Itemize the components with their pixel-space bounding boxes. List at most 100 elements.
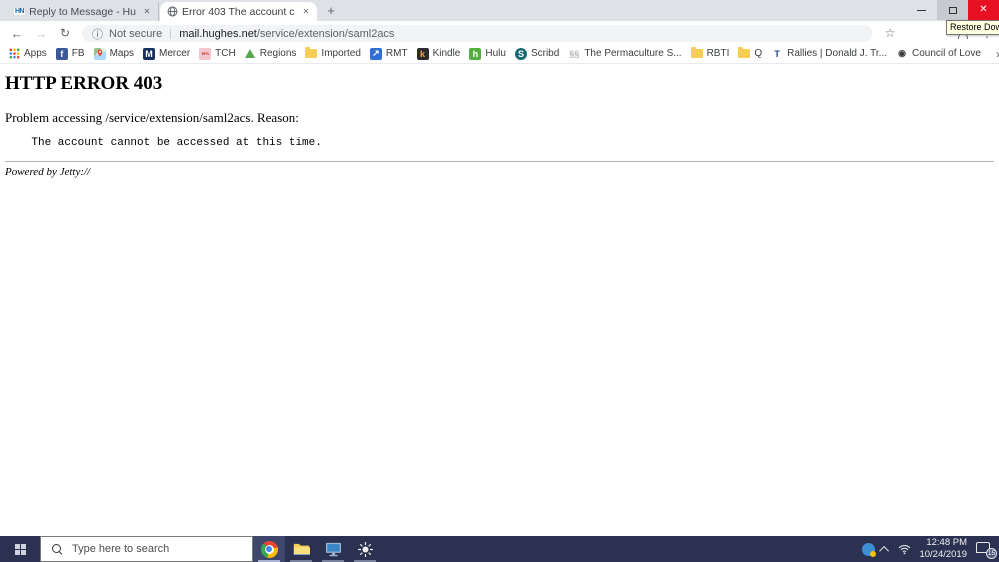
windows-logo-icon: [14, 543, 26, 555]
chrome-icon: [260, 540, 278, 558]
system-tray: 12:48 PM 10/24/2019 15: [862, 536, 999, 562]
bookmark-item[interactable]: ↗ RMT: [369, 47, 408, 60]
error-heading: HTTP ERROR 403: [5, 73, 163, 94]
bookmark-item[interactable]: Imported: [305, 47, 361, 59]
bookmark-label: Mercer: [159, 48, 191, 59]
bookmark-label: RBTI: [706, 48, 730, 59]
bookmark-item[interactable]: k Kindle: [416, 47, 461, 60]
hughesnet-favicon-icon: HN: [14, 8, 26, 15]
folder-icon: [305, 47, 318, 58]
security-label: Not secure: [109, 27, 163, 40]
forward-button[interactable]: →: [30, 21, 52, 45]
bookmark-label: Kindle: [432, 48, 461, 59]
tab-error-403[interactable]: Error 403 The account cannot be ✕: [160, 2, 317, 21]
restore-down-button[interactable]: [937, 0, 968, 20]
page-info-icon[interactable]: ⓘ: [92, 26, 103, 42]
taskbar-chrome-button[interactable]: [253, 536, 285, 562]
action-center-button[interactable]: 15: [976, 541, 997, 559]
bookmark-item[interactable]: RBTI: [690, 47, 730, 59]
page-content: HTTP ERROR 403 Problem accessing /servic…: [0, 64, 999, 536]
notification-count-badge: 15: [986, 548, 997, 559]
regions-triangle-icon: [244, 49, 255, 58]
bookmark-item[interactable]: h Hulu: [469, 47, 506, 60]
tab-close-icon[interactable]: ✕: [140, 7, 154, 16]
wifi-icon[interactable]: [898, 544, 911, 555]
browser-toolbar: ← → ↻ ⓘ Not secure mail.hughes.net/servi…: [0, 21, 999, 45]
tray-expand-chevron-icon[interactable]: [879, 545, 890, 556]
minimize-icon: [917, 9, 926, 11]
tab-hughesnet[interactable]: HN Reply to Message - HughesNet C ✕: [7, 2, 159, 21]
bookmark-item[interactable]: Q: [738, 47, 763, 59]
hulu-icon: h: [469, 47, 482, 60]
bookmark-item[interactable]: Maps: [93, 47, 134, 60]
error-message: Problem accessing /service/extension/sam…: [5, 110, 299, 125]
search-icon: [51, 543, 63, 555]
adblock-plus-extension-icon[interactable]: ABP: [906, 26, 920, 40]
back-button[interactable]: ←: [6, 21, 28, 45]
sun-icon: [357, 541, 373, 557]
clock-time: 12:48 PM: [926, 537, 967, 549]
omnibox-divider: [170, 28, 172, 39]
reload-button[interactable]: ↻: [54, 21, 76, 45]
bookmark-label: The Permaculture S...: [584, 48, 682, 59]
error-reason: The account cannot be accessed at this t…: [5, 137, 322, 149]
url-domain: mail.hughes.net: [179, 27, 257, 40]
bookmark-item[interactable]: f FB: [55, 47, 85, 60]
bookmark-label: Council of Love: [912, 48, 981, 59]
tab-title: Error 403 The account cannot be: [182, 5, 295, 18]
bookmark-label: Imported: [321, 48, 361, 59]
tab-title: Reply to Message - HughesNet C: [29, 5, 136, 18]
bookmark-item[interactable]: ◉ Council of Love: [896, 48, 981, 60]
bookmark-label: Scribd: [530, 48, 560, 59]
minimize-button[interactable]: [906, 0, 937, 20]
taskbar-clock[interactable]: 12:48 PM 10/24/2019: [919, 537, 967, 561]
bookmark-star-icon[interactable]: ☆: [880, 21, 900, 45]
globe-favicon-icon: [167, 6, 178, 17]
network-status-icon[interactable]: [862, 542, 877, 557]
scribd-icon: S: [514, 47, 527, 60]
taskbar-sun-app-button[interactable]: [349, 536, 381, 562]
bookmark-item[interactable]: S Scribd: [514, 47, 560, 60]
clock-date: 10/24/2019: [919, 549, 967, 560]
bookmark-label: RMT: [385, 48, 408, 59]
window-controls: ✕: [906, 0, 999, 20]
restore-down-tooltip: Restore Down: [946, 20, 999, 35]
powered-by-jetty-link[interactable]: Powered by Jetty://: [5, 166, 994, 178]
bookmark-item[interactable]: Apps: [8, 48, 47, 60]
kindle-icon: k: [416, 47, 429, 60]
close-window-button[interactable]: ✕: [968, 0, 999, 20]
bookmark-label: Q: [754, 48, 763, 59]
taskbar-file-explorer-button[interactable]: [285, 536, 317, 562]
file-explorer-icon: [293, 542, 310, 556]
bookmark-label: Hulu: [485, 48, 506, 59]
rmt-icon: ↗: [369, 47, 382, 60]
bookmark-item[interactable]: M Mercer: [143, 47, 191, 60]
bookmark-label: Regions: [259, 48, 297, 59]
facebook-icon: f: [55, 47, 68, 60]
bookmark-item[interactable]: T Rallies | Donald J. Tr...: [771, 48, 887, 60]
bookmark-label: FB: [71, 48, 85, 59]
taskbar-computer-button[interactable]: [317, 536, 349, 562]
address-bar[interactable]: ⓘ Not secure mail.hughes.net/service/ext…: [82, 25, 872, 42]
bookmark-item[interactable]: §§ The Permaculture S...: [568, 48, 681, 60]
fast-forward-extension-icon[interactable]: »: [928, 26, 942, 40]
new-tab-button[interactable]: +: [323, 3, 339, 19]
bookmark-item[interactable]: Regions: [244, 48, 297, 59]
search-input[interactable]: [70, 542, 230, 556]
url-path: /service/extension/saml2acs: [256, 27, 395, 40]
taskbar-search[interactable]: [40, 536, 253, 562]
council-of-love-icon: ◉: [898, 48, 906, 58]
restore-icon: [948, 6, 957, 14]
bookmark-label: TCH: [215, 48, 236, 59]
trump-t-icon: T: [774, 48, 780, 59]
windows-taskbar: 12:48 PM 10/24/2019 15: [0, 536, 999, 562]
start-button[interactable]: [0, 536, 40, 562]
apps-grid-icon: [8, 48, 20, 60]
tab-close-icon[interactable]: ✕: [299, 7, 313, 16]
mercer-icon: M: [143, 47, 156, 60]
computer-monitor-icon: [325, 542, 342, 557]
folder-icon: [738, 47, 751, 58]
close-icon: ✕: [979, 4, 988, 15]
content-divider: [5, 161, 994, 162]
bookmark-item[interactable]: EFS TCH: [199, 47, 236, 60]
